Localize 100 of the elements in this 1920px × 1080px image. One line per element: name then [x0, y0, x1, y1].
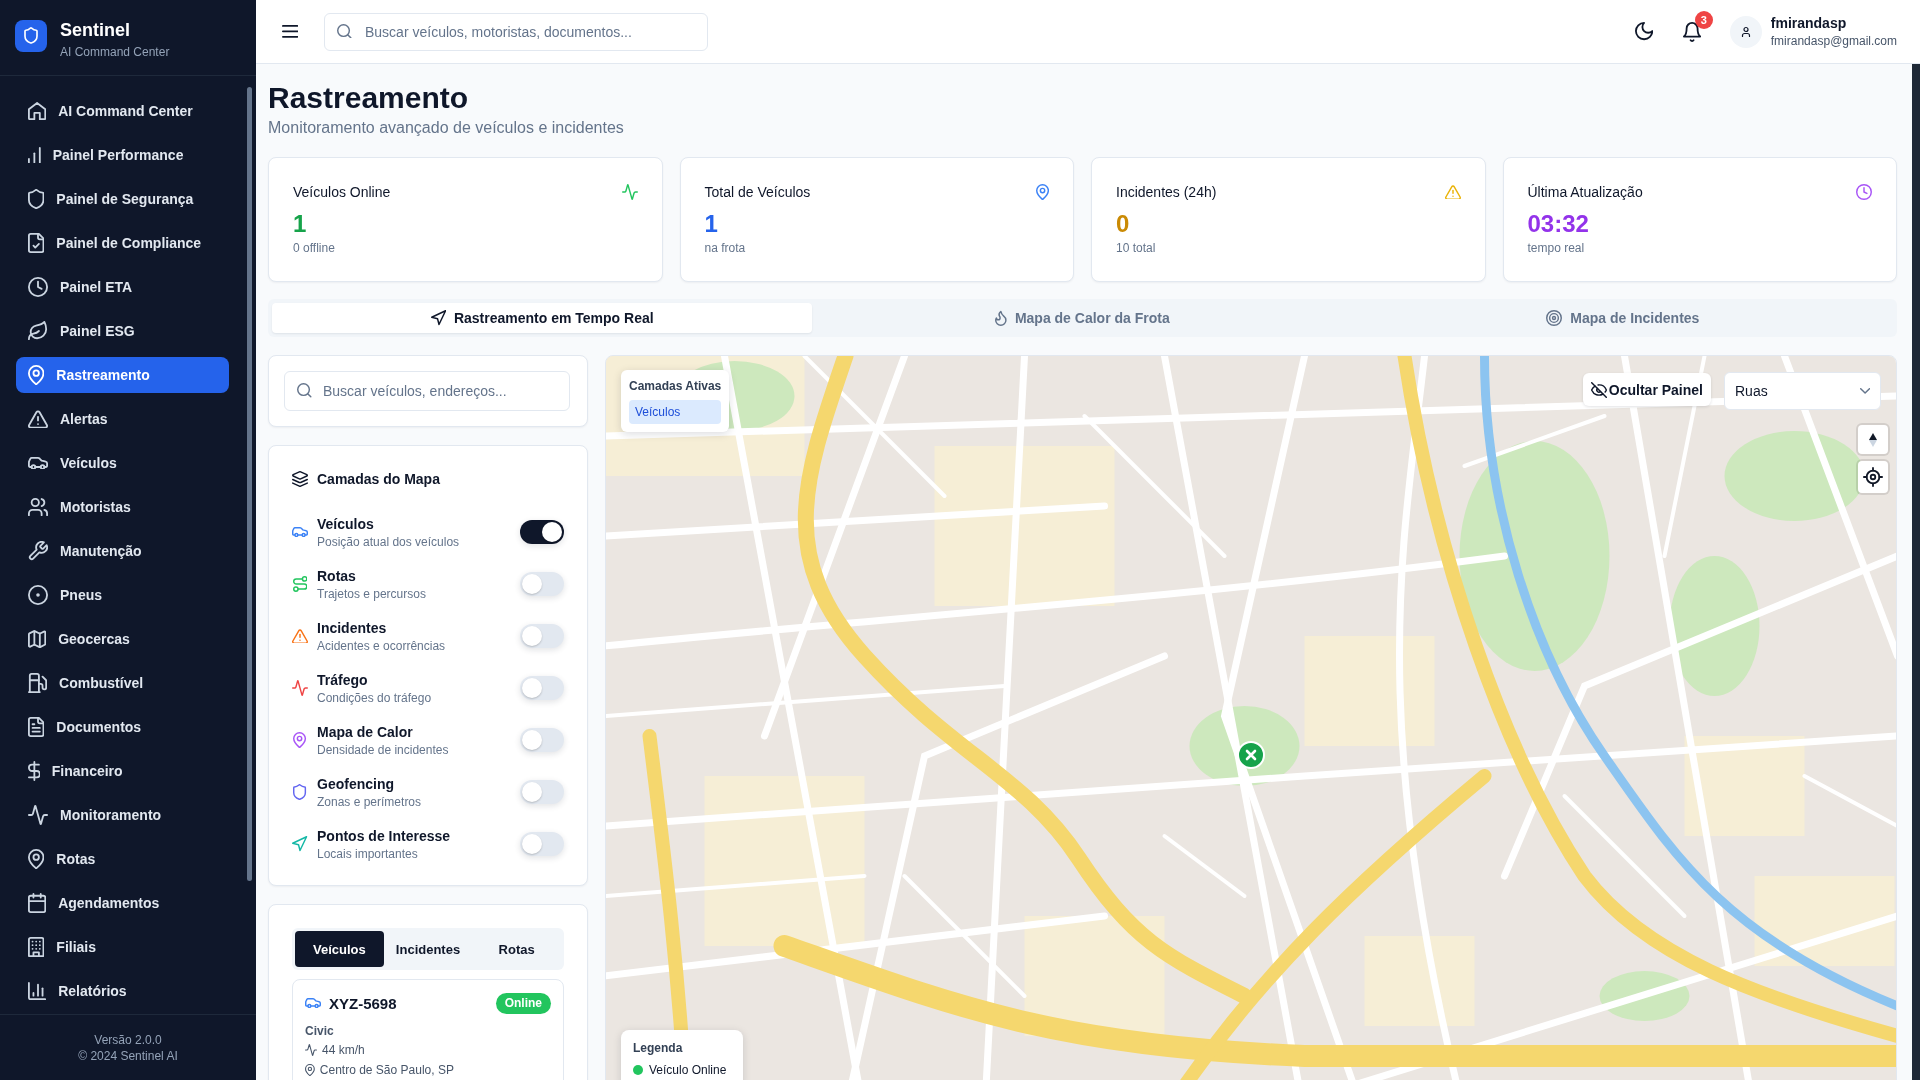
fuel-pump-icon — [28, 673, 48, 693]
route-icon — [292, 576, 308, 592]
panel-title: Camadas Ativas — [629, 378, 722, 394]
stat-value: 1 — [293, 209, 307, 239]
list-tab[interactable]: Veículos — [295, 931, 384, 967]
building-icon — [28, 937, 45, 957]
moon-icon — [1634, 22, 1653, 41]
notifications-button[interactable]: 3 — [1673, 13, 1710, 50]
toggle-switch[interactable] — [520, 728, 564, 752]
circle-dot-icon — [28, 585, 48, 605]
sidebar-item[interactable]: Painel de Segurança — [16, 181, 229, 217]
vehicle-location: Centro de São Paulo, SP — [319, 1063, 454, 1077]
list-tab[interactable]: Rotas — [472, 931, 561, 967]
stat-note: tempo real — [1527, 240, 1585, 256]
sidebar-item[interactable]: Alertas — [16, 401, 229, 437]
toggle-switch[interactable] — [520, 676, 564, 700]
target-icon — [1546, 310, 1563, 326]
toggle-switch[interactable] — [520, 780, 564, 804]
vehicle-card[interactable]: XYZ-5698 Online Civic 44 km/h Centro de São Paulo, SP — [292, 979, 564, 1080]
warning-icon — [28, 409, 48, 429]
search-field[interactable]: Buscar veículos, motoristas, documentos... — [324, 12, 708, 51]
scrollbar-thumb[interactable] — [1912, 64, 1920, 1080]
home-icon — [28, 101, 47, 121]
hide-panel-button[interactable]: Ocultar Painel — [1582, 373, 1711, 406]
toggle-switch[interactable] — [520, 832, 564, 856]
panel-title: Camadas do Mapa — [317, 471, 440, 487]
warning-icon — [1444, 184, 1461, 200]
layer-name: Geofencing — [317, 775, 394, 794]
stat-value: 0 — [1116, 209, 1130, 239]
sidebar-item[interactable]: AI Command Center — [16, 93, 229, 129]
map-pin-icon — [28, 849, 45, 869]
stat-note: na frota — [704, 240, 746, 256]
sidebar-item[interactable]: Motoristas — [16, 489, 229, 525]
user-avatar-icon[interactable] — [1729, 15, 1762, 48]
sidebar-item[interactable]: Filiais — [16, 929, 229, 965]
locate-button[interactable] — [1858, 461, 1888, 493]
vehicle-plate: XYZ-5698 — [329, 994, 397, 1012]
shield-icon — [293, 784, 307, 800]
stat-label: Última Atualização — [1527, 183, 1643, 202]
list-tab[interactable]: Incidentes — [383, 931, 473, 967]
flame-icon — [995, 310, 1007, 326]
layer-description: Zonas e perímetros — [317, 794, 422, 810]
crosshair-icon — [1863, 467, 1883, 487]
sidebar-item[interactable]: Painel de Compliance — [16, 225, 229, 261]
search-field[interactable]: Buscar veículos, endereços... — [284, 371, 570, 411]
sidebar-item[interactable]: Manutenção — [16, 533, 229, 569]
stat-note: 0 offline — [293, 240, 335, 256]
layer-description: Locais importantes — [317, 846, 418, 862]
toggle-switch[interactable] — [520, 520, 564, 544]
sidebar-item[interactable]: Rotas — [16, 841, 229, 877]
bell-icon — [1682, 21, 1701, 42]
layer-description: Acidentes e ocorrências — [317, 638, 446, 654]
user-email: fmirandasp@gmail.com — [1770, 33, 1897, 49]
map-pin-icon — [305, 1064, 315, 1076]
sidebar-item[interactable]: Geocercas — [16, 621, 229, 657]
sidebar-item[interactable]: Monitoramento — [16, 797, 229, 833]
leaf-icon — [28, 321, 48, 341]
sidebar-item[interactable]: Documentos — [16, 709, 229, 745]
scrollbar-thumb[interactable] — [247, 87, 252, 881]
layer-description: Posição atual dos veículos — [317, 534, 460, 550]
legend-label: Veículo Online — [649, 1062, 727, 1078]
sidebar-item[interactable]: Combustível — [16, 665, 229, 701]
view-tab[interactable]: Rastreamento em Tempo Real — [272, 303, 813, 333]
sidebar-item[interactable]: Painel Performance — [16, 137, 229, 173]
version-text: Versão 2.0.0 — [94, 1032, 162, 1048]
layer-name: Tráfego — [317, 671, 368, 690]
sidebar-item[interactable]: Painel ESG — [16, 313, 229, 349]
map-pin-icon — [1035, 184, 1049, 200]
sidebar-item[interactable]: Relatórios — [16, 973, 229, 1009]
view-tab[interactable]: Mapa de Incidentes — [1352, 303, 1893, 333]
sidebar-item[interactable]: Veículos — [16, 445, 229, 481]
stat-label: Total de Veículos — [704, 183, 811, 202]
bar-chart-icon — [28, 981, 47, 1001]
vehicle-model: Civic — [305, 1023, 334, 1039]
toggle-switch[interactable] — [520, 624, 564, 648]
sidebar-item[interactable]: Painel ETA — [16, 269, 229, 305]
layer-name: Incidentes — [317, 619, 387, 638]
status-badge: Online — [495, 992, 551, 1014]
layer-description: Condições do tráfego — [317, 690, 432, 706]
navigation-icon — [292, 836, 308, 852]
calendar-icon — [28, 893, 47, 913]
map-pin-icon — [293, 732, 307, 748]
sidebar-item[interactable]: Pneus — [16, 577, 229, 613]
user-name: fmirandasp — [1770, 14, 1847, 32]
toggle-switch[interactable] — [520, 572, 564, 596]
car-icon — [305, 997, 321, 1009]
navigation-icon — [430, 310, 446, 326]
sidebar-item[interactable]: Financeiro — [16, 753, 229, 789]
sidebar-item[interactable]: Rastreamento — [16, 357, 229, 393]
sidebar-item[interactable]: Agendamentos — [16, 885, 229, 921]
view-tab[interactable]: Mapa de Calor da Frota — [812, 303, 1353, 333]
bar-chart-icon — [28, 146, 41, 164]
layer-description: Densidade de incidentes — [317, 742, 449, 758]
clock-icon — [1856, 184, 1872, 200]
warning-icon — [292, 628, 308, 644]
map-style-select[interactable]: Ruas — [1724, 372, 1881, 410]
stat-label: Veículos Online — [293, 183, 391, 202]
dollar-icon — [28, 761, 40, 781]
car-icon — [292, 526, 308, 538]
reset-north-button[interactable] — [1858, 425, 1888, 454]
